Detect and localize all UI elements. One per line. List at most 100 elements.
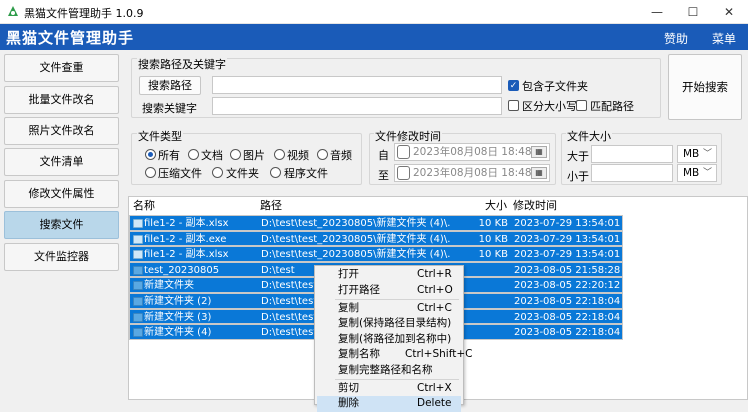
type-video-label: 视频 <box>287 149 309 162</box>
row-modified: 2023-08-05 22:20:12 <box>514 280 621 292</box>
case-sensitive-checkbox[interactable] <box>508 100 519 111</box>
greater-than-input[interactable] <box>591 145 673 163</box>
from-date-checkbox[interactable] <box>397 145 410 159</box>
window-title: 黑猫文件管理助手 1.0.9 <box>24 7 144 20</box>
menu-item-copy[interactable]: 复制 Ctrl+C <box>317 301 461 317</box>
to-label: 至 <box>378 169 389 182</box>
start-search-button[interactable]: 开始搜索 <box>668 54 742 120</box>
type-all-label: 所有 <box>158 149 180 162</box>
menu-item-copy-name[interactable]: 复制名称 Ctrl+Shift+C <box>317 347 472 363</box>
nav-photo-rename[interactable]: 照片文件改名 <box>4 117 119 145</box>
folder-icon <box>133 281 143 291</box>
menu-item-open[interactable]: 打开 Ctrl+R <box>317 267 461 283</box>
nav-modify-attributes[interactable]: 修改文件属性 <box>4 180 119 208</box>
row-size: 10 KB <box>478 233 508 245</box>
menu-item-label: 打开 <box>338 268 359 280</box>
calendar-dropdown-icon[interactable]: ▦ <box>531 146 547 158</box>
menu-item-shortcut: Ctrl+O <box>417 283 453 296</box>
row-modified: 2023-08-05 22:18:04 <box>514 296 621 307</box>
greater-unit-select[interactable]: MB ﹀ <box>677 145 717 163</box>
column-header-size[interactable]: 大小 <box>485 197 507 214</box>
less-unit-value: MB <box>683 167 700 179</box>
include-subfolders-checkbox[interactable]: ✓ <box>508 80 519 91</box>
row-modified: 2023-07-29 13:54:01 <box>514 249 621 261</box>
table-row[interactable]: file1-2 - 副本.xlsx D:\test\test_20230805\… <box>129 246 623 262</box>
menu-item-copy-path-in-name[interactable]: 复制(将路径加到名称中) <box>317 332 461 348</box>
row-modified: 2023-08-05 21:58:28 <box>514 264 621 276</box>
type-audio-label: 音频 <box>330 149 352 162</box>
row-path: D:\test\test_20230805\新建文件夹 (4)\... <box>261 233 451 245</box>
type-folder-label: 文件夹 <box>226 167 259 180</box>
keyword-input[interactable] <box>212 97 502 115</box>
row-path: D:\test\test_20230805\新建文件夹 (4)\... <box>261 249 451 261</box>
type-video-radio[interactable] <box>274 149 285 160</box>
from-label: 自 <box>378 149 389 162</box>
type-program-label: 程序文件 <box>284 167 328 180</box>
less-than-input[interactable] <box>591 164 673 182</box>
row-size: 10 KB <box>478 249 508 261</box>
less-unit-select[interactable]: MB ﹀ <box>677 164 717 182</box>
column-header-name[interactable]: 名称 <box>133 197 155 214</box>
to-date-value: 2023年08月08日 18:48 <box>413 167 532 179</box>
to-date-checkbox[interactable] <box>397 166 410 180</box>
maximize-button[interactable]: ☐ <box>678 2 708 22</box>
menu-item-open-path[interactable]: 打开路径 Ctrl+O <box>317 283 461 299</box>
menu-item-label: 复制(将路径加到名称中) <box>338 332 452 345</box>
column-header-modified[interactable]: 修改时间 <box>513 197 557 214</box>
menu-item-copy-keep-structure[interactable]: 复制(保持路径目录结构) <box>317 316 461 332</box>
type-archive-radio[interactable] <box>145 167 156 178</box>
type-image-radio[interactable] <box>230 149 241 160</box>
column-header-path[interactable]: 路径 <box>260 197 282 214</box>
app-header: 黑猫文件管理助手 赞助 菜单 <box>0 24 748 50</box>
mod-time-label: 文件修改时间 <box>374 128 442 144</box>
row-modified: 2023-07-29 13:54:01 <box>514 233 621 245</box>
calendar-dropdown-icon[interactable]: ▦ <box>531 167 547 179</box>
nav-file-monitor[interactable]: 文件监控器 <box>4 243 119 271</box>
row-name: file1-2 - 副本.exe <box>144 233 227 245</box>
type-all-radio[interactable] <box>145 149 156 160</box>
sponsor-menu[interactable]: 赞助 <box>664 30 688 47</box>
nav-duplicate-files[interactable]: 文件查重 <box>4 54 119 82</box>
menu-item-label: 复制完整路径和名称 <box>338 363 433 376</box>
menu-item-label: 复制名称 <box>338 348 380 360</box>
nav-batch-rename[interactable]: 批量文件改名 <box>4 86 119 114</box>
file-icon <box>133 219 143 228</box>
type-doc-radio[interactable] <box>188 149 199 160</box>
type-folder-radio[interactable] <box>212 167 223 178</box>
match-path-checkbox[interactable] <box>576 100 587 111</box>
to-date-picker[interactable]: 2023年08月08日 18:48 ▦ <box>394 164 550 182</box>
from-date-picker[interactable]: 2023年08月08日 18:48 ▦ <box>394 143 550 161</box>
menu-item-copy-full-path[interactable]: 复制完整路径和名称 <box>317 363 461 379</box>
file-size-label: 文件大小 <box>566 128 612 144</box>
table-row[interactable]: file1-2 - 副本.xlsx D:\test\test_20230805\… <box>129 215 623 231</box>
folder-icon <box>133 265 143 275</box>
search-path-button[interactable]: 搜索路径 <box>139 76 201 95</box>
menu-item-cut[interactable]: 剪切 Ctrl+X <box>317 381 461 397</box>
nav-file-list[interactable]: 文件清单 <box>4 148 119 176</box>
sidebar: 文件查重 批量文件改名 照片文件改名 文件清单 修改文件属性 搜索文件 文件监控… <box>0 50 125 400</box>
title-bar: 黑猫文件管理助手 1.0.9 — ☐ ✕ <box>0 0 748 24</box>
menu-item-shortcut: Delete <box>417 397 452 409</box>
menu-item-delete[interactable]: 删除 Delete <box>317 396 461 412</box>
row-name: 新建文件夹 <box>144 280 194 292</box>
folder-icon <box>133 328 143 338</box>
include-subfolders-label: 包含子文件夹 <box>522 80 588 93</box>
row-name: test_20230805 <box>144 264 220 276</box>
row-name: 新建文件夹 (4) <box>144 327 212 339</box>
type-program-radio[interactable] <box>270 167 281 178</box>
type-image-label: 图片 <box>243 149 265 162</box>
match-path-label: 匹配路径 <box>590 100 634 113</box>
menu-item-label: 删除 <box>338 397 359 409</box>
type-audio-radio[interactable] <box>317 149 328 160</box>
row-path: D:\test\test_20230805\新建文件夹 (4)\... <box>261 218 451 229</box>
search-path-input[interactable] <box>212 76 502 94</box>
table-row[interactable]: file1-2 - 副本.exe D:\test\test_20230805\新… <box>129 230 623 247</box>
greater-unit-value: MB <box>683 148 700 160</box>
row-name: 新建文件夹 (2) <box>144 296 212 307</box>
chevron-down-icon: ﹀ <box>702 149 712 159</box>
main-menu[interactable]: 菜单 <box>712 30 736 47</box>
case-sensitive-label: 区分大小写 <box>522 100 577 113</box>
nav-search-files[interactable]: 搜索文件 <box>4 211 119 239</box>
minimize-button[interactable]: — <box>642 2 672 22</box>
close-button[interactable]: ✕ <box>714 2 744 22</box>
